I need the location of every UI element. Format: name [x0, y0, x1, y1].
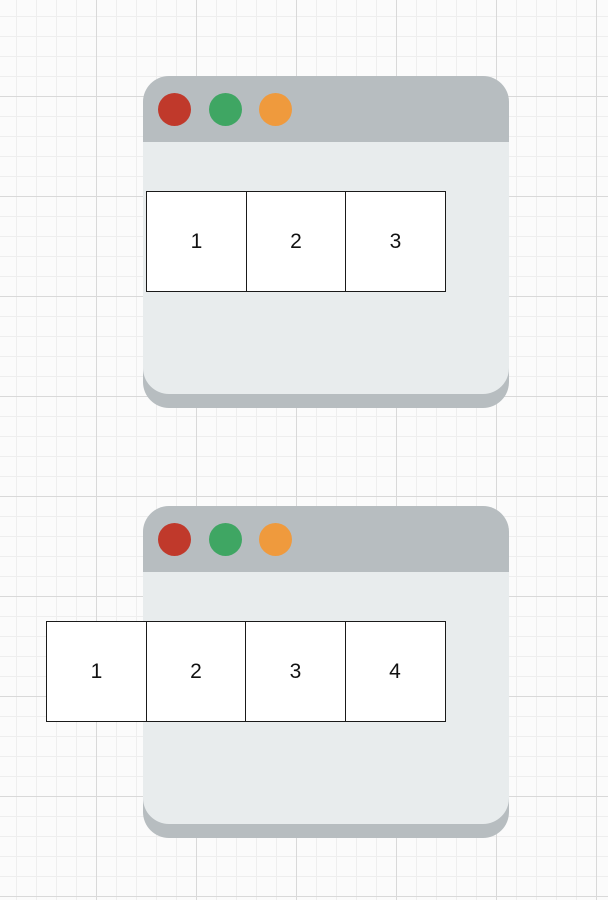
cell-row-after: 1 2 3 4: [46, 621, 446, 722]
maximize-dot-icon: [209, 523, 242, 556]
cell-2: 2: [245, 191, 347, 292]
cell-3: 3: [245, 621, 346, 722]
cell-3: 3: [345, 191, 446, 292]
minimize-dot-icon: [259, 523, 292, 556]
diagram-canvas: 1 2 3 1 2 3 4: [0, 0, 608, 900]
close-dot-icon: [158, 523, 191, 556]
cell-2: 2: [145, 621, 247, 722]
close-dot-icon: [158, 93, 191, 126]
maximize-dot-icon: [209, 93, 242, 126]
minimize-dot-icon: [259, 93, 292, 126]
cell-1: 1: [46, 621, 147, 722]
cell-row-before: 1 2 3: [146, 191, 446, 292]
cell-1: 1: [146, 191, 247, 292]
window-titlebar: [143, 506, 509, 572]
cell-4: 4: [344, 621, 446, 722]
window-titlebar: [143, 76, 509, 142]
